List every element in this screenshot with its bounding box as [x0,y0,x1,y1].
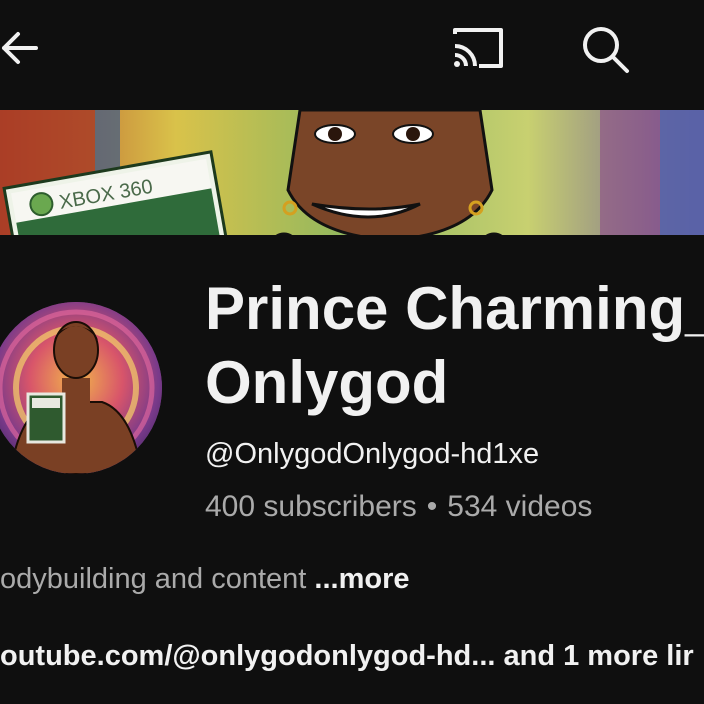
channel-link-url[interactable]: outube.com/@onlygodonlygod-hd... [0,640,495,672]
channel-description[interactable]: odybuilding and content ...more [0,563,410,596]
channel-banner: XBOX 360 [0,110,704,235]
description-more-link[interactable]: ...more [314,563,409,595]
more-links-button[interactable]: and 1 more lir [495,640,693,672]
banner-artwork: XBOX 360 [0,110,704,235]
search-button[interactable] [574,18,636,80]
arrow-left-icon [2,32,38,64]
video-count: 534 videos [447,490,593,523]
channel-links[interactable]: outube.com/@onlygodonlygod-hd... and 1 m… [0,640,694,673]
description-text: odybuilding and content [0,563,315,595]
stats-separator: • [426,490,438,523]
channel-name-line2: Onlygod [205,349,449,416]
channel-name: Prince Charming_ Onlygod [205,272,704,420]
search-icon [583,27,629,73]
avatar-artwork [0,302,162,474]
channel-avatar[interactable] [0,302,162,474]
channel-handle: @OnlygodOnlygod-hd1xe [205,438,540,470]
top-app-bar [0,0,704,110]
cast-button[interactable] [446,20,510,76]
channel-stats: 400 subscribers • 534 videos [205,490,592,524]
cast-icon [453,28,503,68]
subscriber-count: 400 subscribers [205,490,417,523]
back-button[interactable] [0,18,50,78]
channel-name-line1: Prince Charming_ [205,275,704,342]
